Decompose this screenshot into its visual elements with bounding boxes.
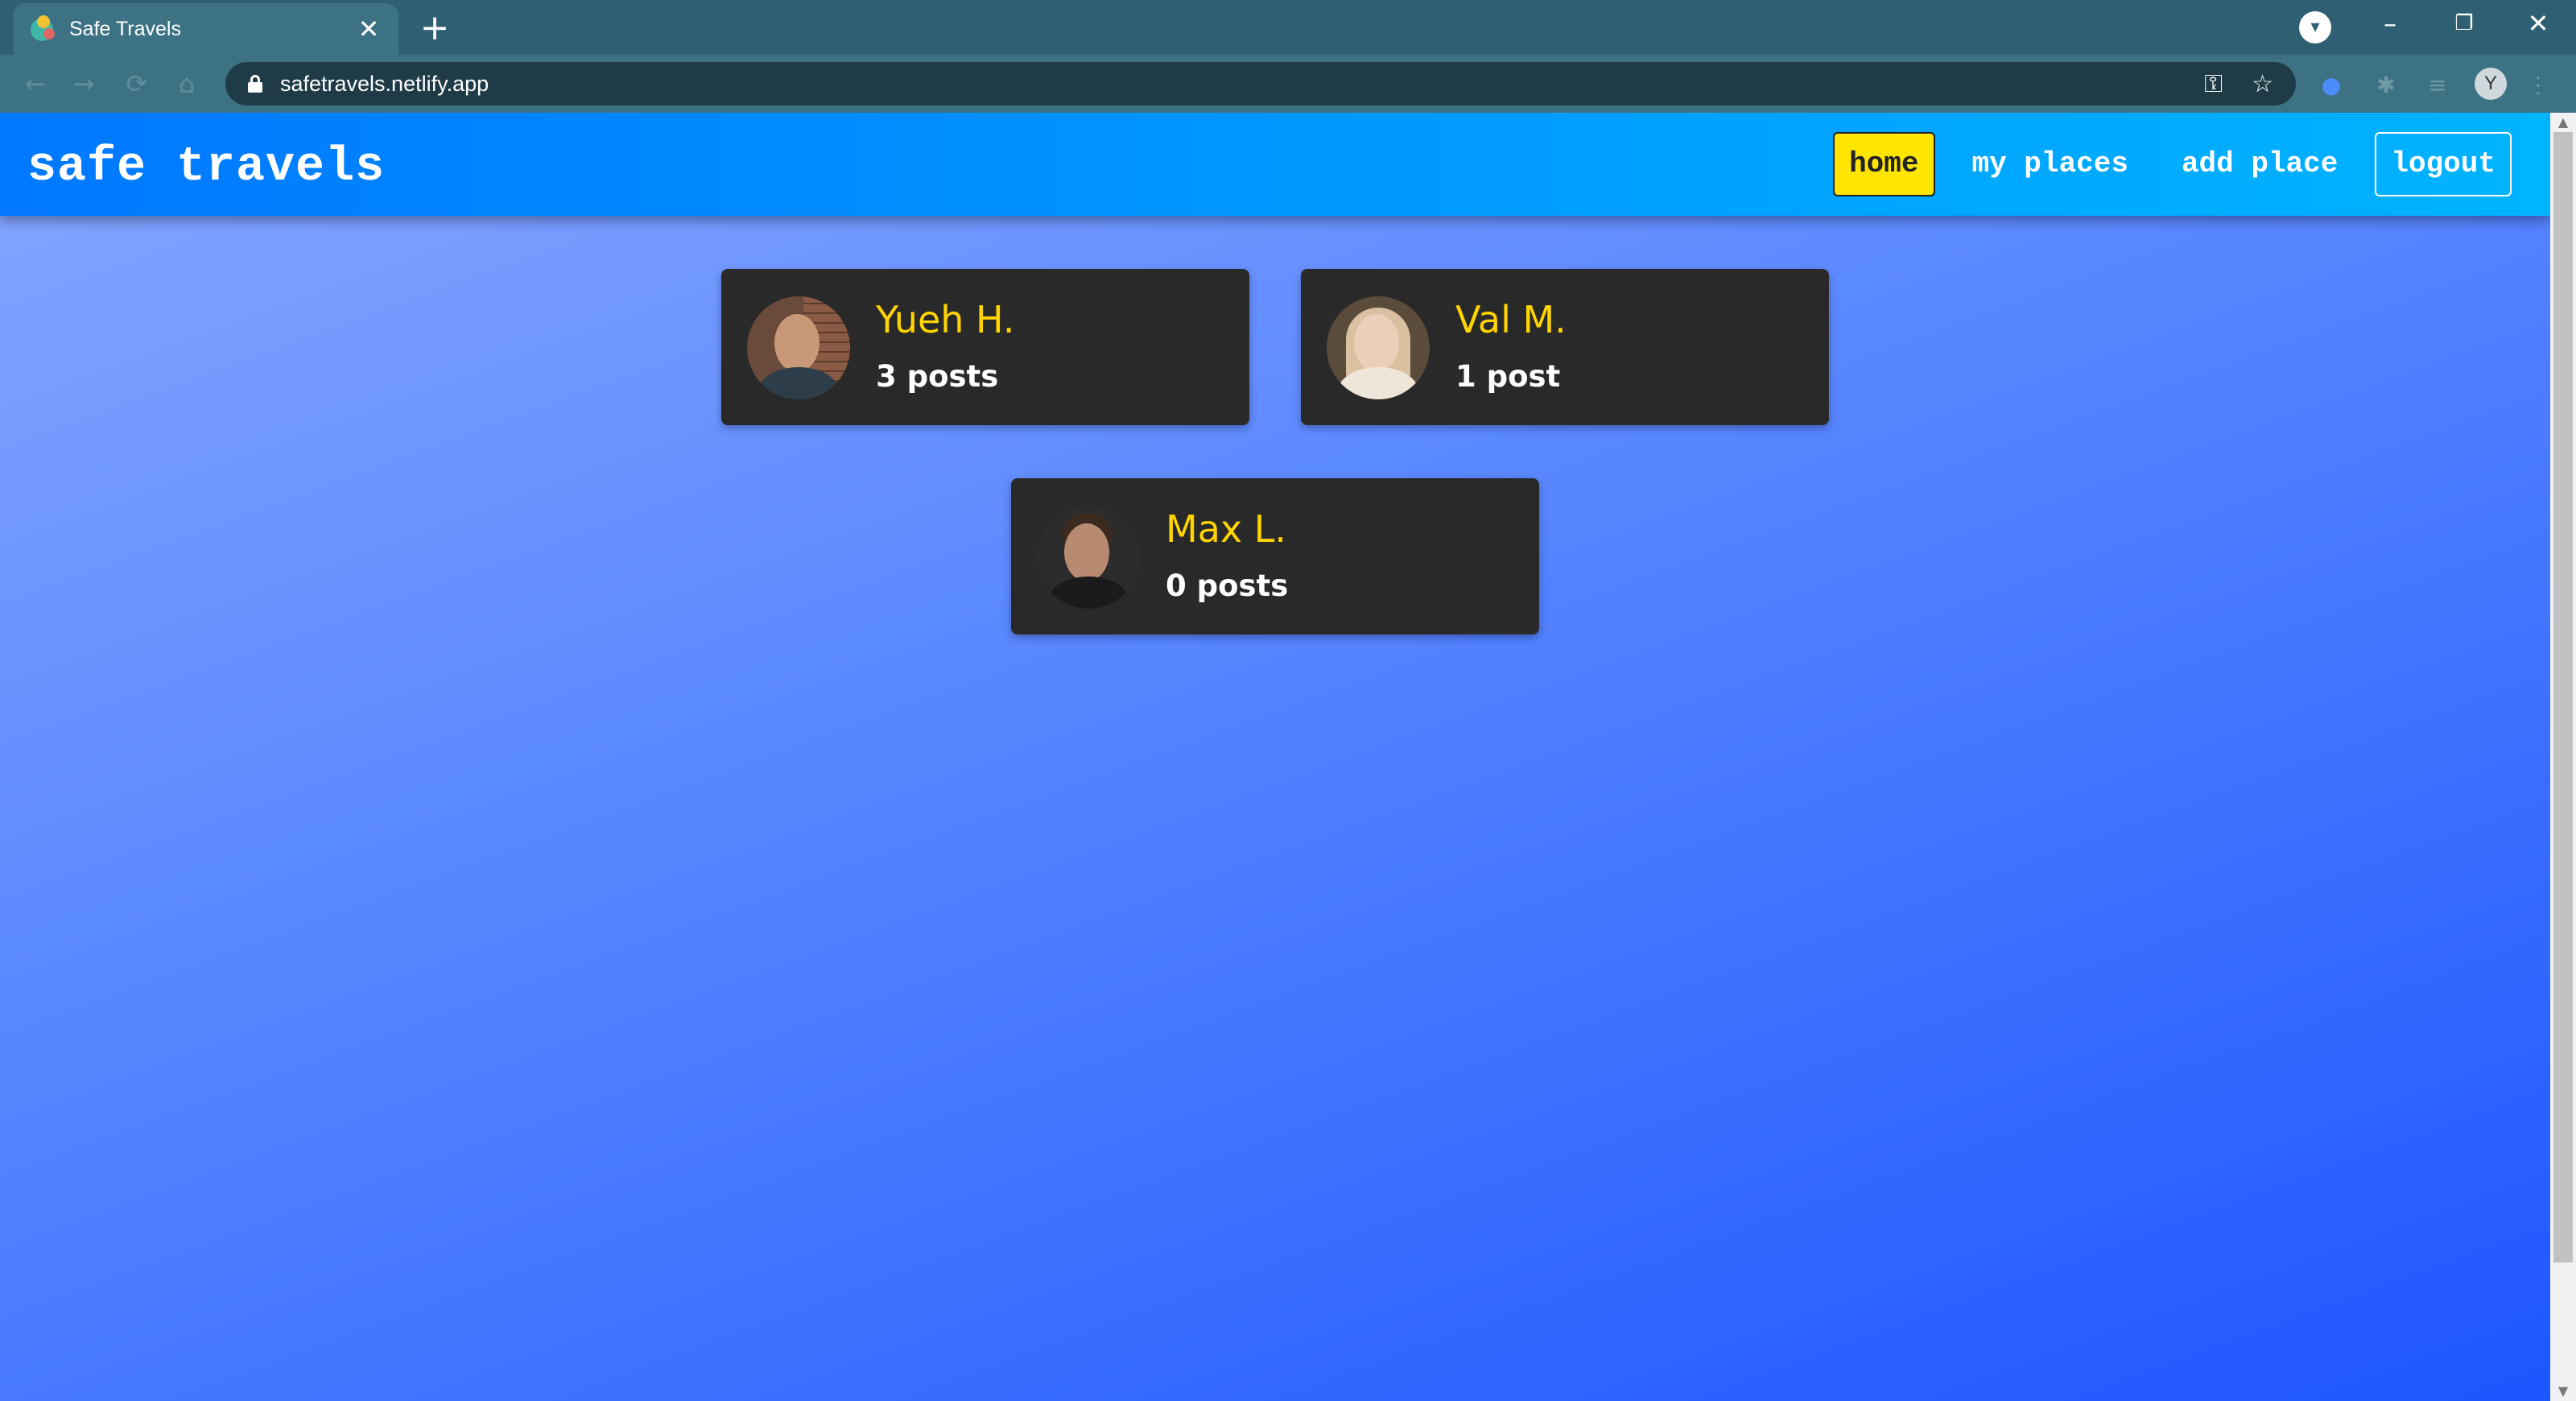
page-viewport: safe travels home my places add place lo… [0,113,2550,1401]
globe-favicon-icon [29,15,56,43]
user-post-count: 3 posts [876,359,999,394]
browser-toolbar: ← → ⟳ ⌂ safetravels.netlify.app ⚿ ☆ ● ✱ … [0,55,2576,113]
nav-add-place[interactable]: add place [2165,132,2354,196]
user-avatar [747,296,850,399]
reload-icon[interactable]: ⟳ [119,68,155,100]
user-card[interactable]: Yueh H. 3 posts [721,269,1249,425]
nav-home[interactable]: home [1833,132,1935,196]
nav-logout[interactable]: logout [2375,132,2512,196]
app-brand[interactable]: safe travels [27,140,385,195]
home-icon[interactable]: ⌂ [169,68,204,100]
main-nav: home my places add place logout [1833,132,2512,196]
vertical-scrollbar[interactable]: ▲ ▼ [2550,113,2576,1401]
user-name: Yueh H. [876,298,1015,341]
tab-search-icon[interactable]: ▾ [2299,11,2331,43]
tab-close-icon[interactable]: ✕ [355,14,382,44]
user-name: Max L. [1166,507,1286,551]
user-avatar [1327,296,1430,399]
lock-icon [248,75,262,93]
star-icon[interactable]: ☆ [2252,70,2273,98]
user-post-count: 1 post [1455,359,1561,394]
media-queue-icon[interactable]: ≡ [2421,69,2454,101]
minimize-icon[interactable]: – [2354,3,2426,48]
menu-kebab-icon[interactable]: ⋮ [2526,69,2550,101]
forward-icon[interactable]: → [66,68,101,100]
profile-avatar[interactable]: Y [2475,68,2507,100]
url-text[interactable]: safetravels.netlify.app [280,72,2175,97]
scroll-down-icon[interactable]: ▼ [2550,1382,2576,1401]
user-card[interactable]: Val M. 1 post [1301,269,1829,425]
close-window-icon[interactable]: ✕ [2502,3,2574,48]
extension-drop-icon[interactable]: ● [2315,69,2347,101]
extensions-puzzle-icon[interactable]: ✱ [2370,69,2402,101]
restore-icon[interactable]: ❐ [2428,3,2500,48]
browser-tab[interactable]: Safe Travels ✕ [13,3,398,55]
user-card[interactable]: Max L. 0 posts [1011,478,1539,634]
scroll-up-icon[interactable]: ▲ [2550,113,2576,132]
nav-my-places[interactable]: my places [1956,132,2145,196]
browser-tabstrip: Safe Travels ✕ + ▾ – ❐ ✕ [0,0,2576,55]
user-avatar [1037,506,1140,609]
new-tab-button[interactable]: + [414,8,456,50]
back-icon[interactable]: ← [18,68,53,100]
app-header: safe travels home my places add place lo… [0,113,2550,216]
tab-title: Safe Travels [69,17,181,40]
user-name: Val M. [1455,298,1567,341]
address-bar[interactable]: safetravels.netlify.app ⚿ ☆ [225,62,2296,105]
scrollbar-thumb[interactable] [2553,132,2573,1263]
user-post-count: 0 posts [1166,568,1289,603]
key-icon[interactable]: ⚿ [2204,70,2223,98]
